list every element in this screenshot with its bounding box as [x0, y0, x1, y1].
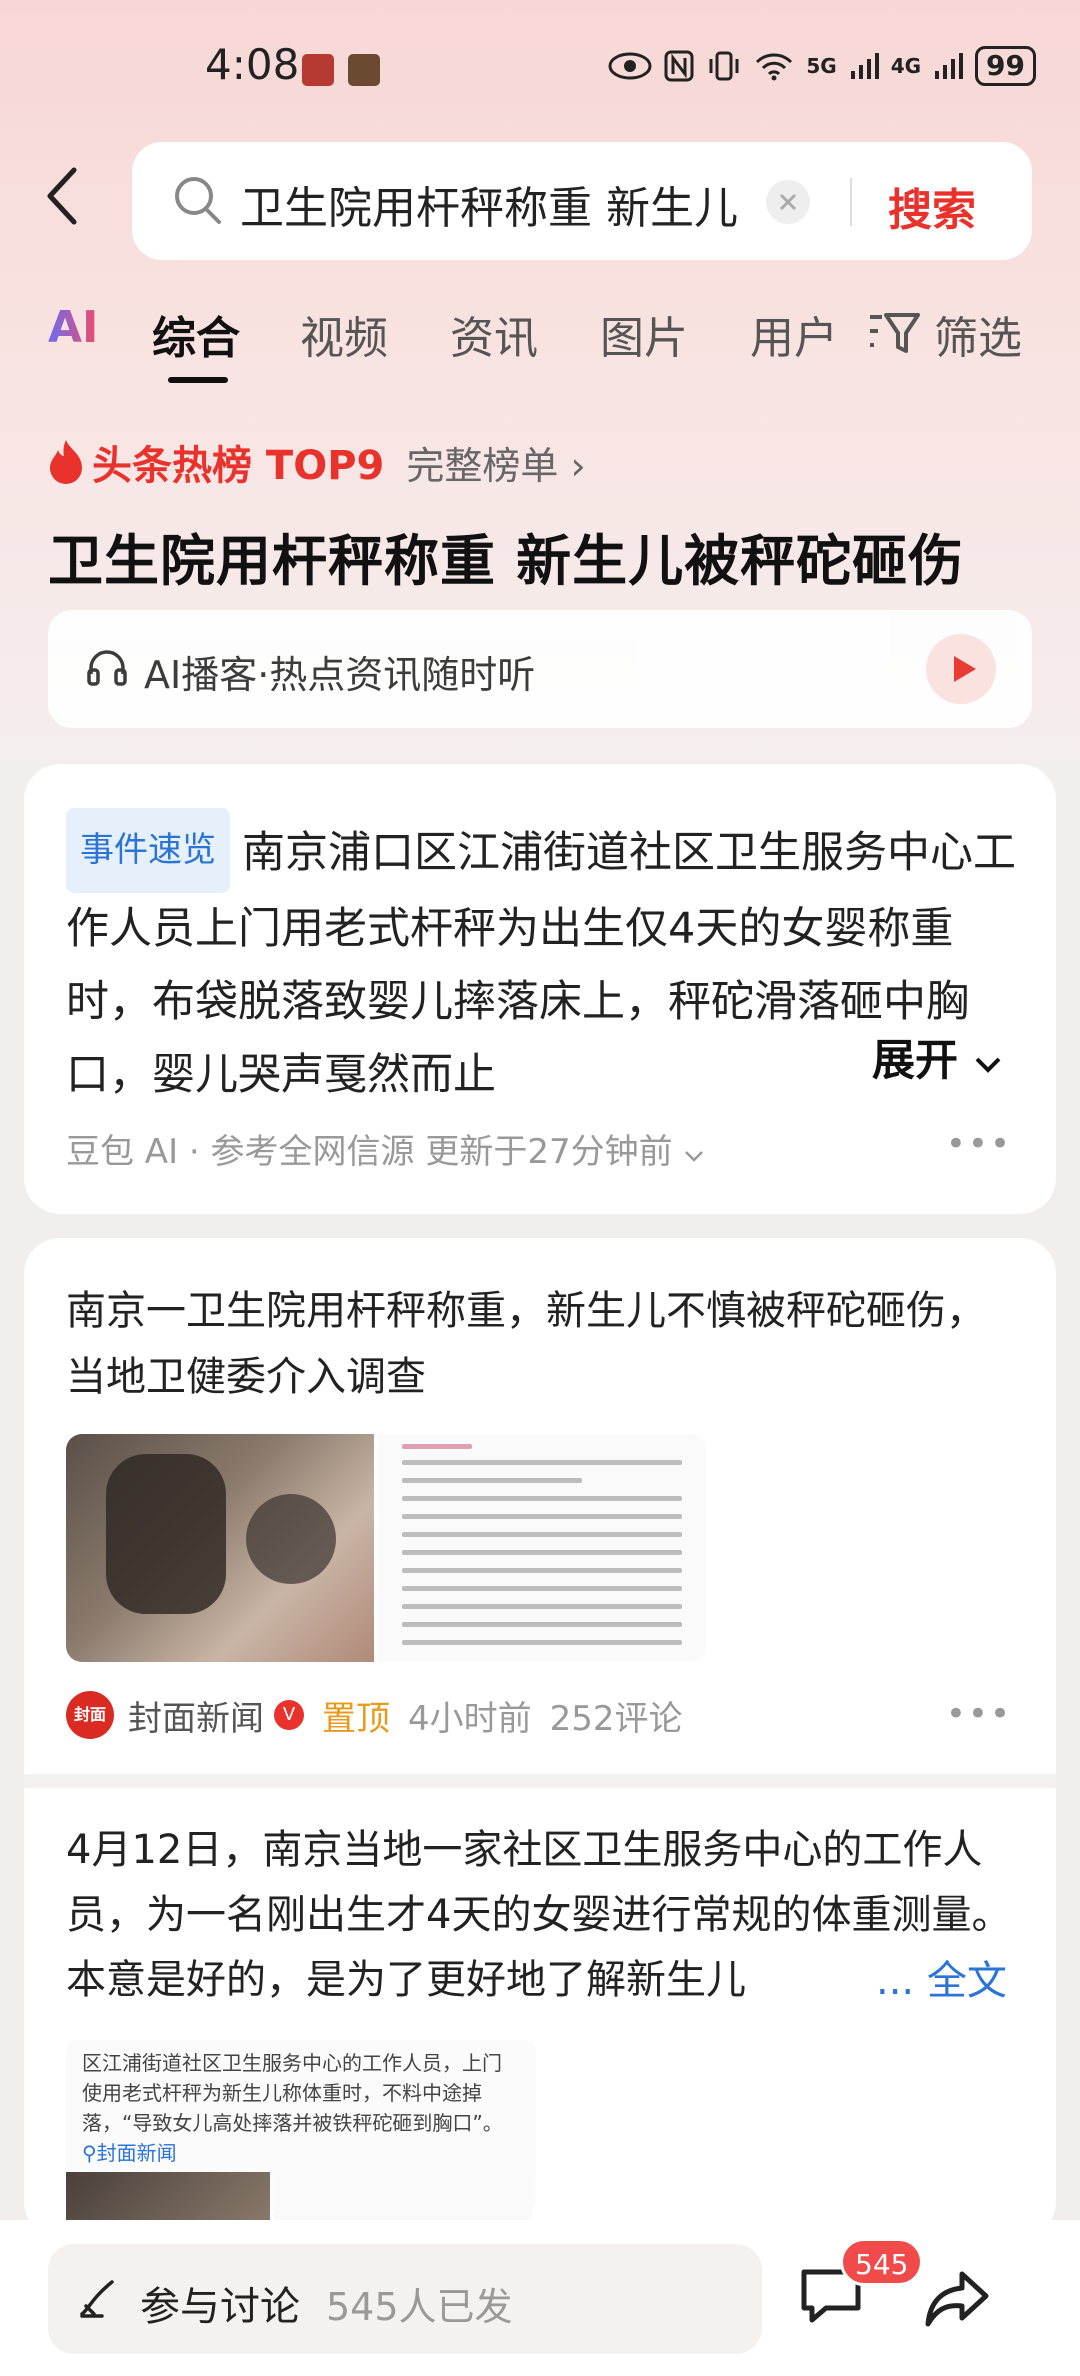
summary-meta[interactable]: 豆包 AI · 参考全网信源 更新于27分钟前	[66, 1124, 705, 1173]
discussion-count: 545人已发	[326, 2285, 513, 2329]
status-time: 4:08	[205, 40, 300, 89]
tab-images[interactable]: 图片	[600, 302, 688, 366]
tab-users[interactable]: 用户	[750, 302, 838, 366]
source-logo[interactable]: 封面	[66, 1691, 114, 1739]
filter-label: 筛选	[934, 313, 1022, 364]
status-bar: 4:08 5G 4G 99	[0, 0, 1080, 130]
close-icon	[779, 193, 797, 211]
news-time: 4小时前	[408, 1698, 532, 1739]
wifi-icon	[756, 53, 793, 81]
news-comment-count[interactable]: 252评论	[550, 1691, 683, 1740]
signal-bars-icon	[850, 53, 879, 79]
news-card: 南京一卫生院用杆秤称重，新生儿不慎被秤砣砸伤，当地卫健委介入调查 封面 封面新闻…	[24, 1238, 1056, 2238]
tab-comprehensive[interactable]: 综合	[152, 302, 240, 366]
tab-video[interactable]: 视频	[300, 302, 388, 366]
event-summary-card: 事件速览 南京浦口区江浦街道社区卫生服务中心工作人员上门用老式杆秤为出生仅4天的女…	[24, 764, 1056, 1214]
signal-bars-icon-2	[935, 53, 964, 79]
discussion-input[interactable]: 参与讨论 545人已发	[48, 2244, 762, 2354]
bottom-action-bar: 参与讨论 545人已发 545	[0, 2220, 1080, 2376]
filter-button[interactable]: 筛选	[868, 302, 1022, 366]
hot-ranking-row[interactable]: 头条热榜 TOP9 完整榜单 ›	[46, 432, 586, 492]
ai-podcast-label: AI播客·热点资讯随时听	[144, 653, 536, 697]
full-ranking-link[interactable]: 完整榜单 ›	[406, 435, 585, 490]
summary-meta-text: 豆包 AI · 参考全网信源 更新于27分钟前	[66, 1132, 673, 1172]
full-text-link[interactable]: ... 全文	[864, 1948, 1007, 2006]
ai-podcast-bar[interactable]: AI播客·热点资讯随时听	[48, 610, 1032, 728]
play-button[interactable]	[926, 634, 996, 704]
search-divider	[850, 178, 852, 226]
vibrate-icon	[709, 51, 739, 81]
app-notification-icon	[302, 54, 334, 86]
search-button[interactable]: 搜索	[888, 174, 976, 238]
section-separator	[24, 1774, 1056, 1788]
comment-count-badge: 545	[840, 2238, 924, 2286]
headphone-icon	[87, 650, 127, 686]
quote-text: 区江浦街道社区卫生服务中心的工作人员，上门使用老式杆秤为新生儿称体重时，不料中途…	[82, 2051, 503, 2135]
event-summary-tag: 事件速览	[66, 808, 230, 893]
news-title[interactable]: 南京一卫生院用杆秤称重，新生儿不慎被秤砣砸伤，当地卫健委介入调查	[66, 1278, 1006, 1410]
eye-icon	[608, 52, 652, 80]
share-button[interactable]	[922, 2268, 992, 2332]
news-source-row: 封面 封面新闻 V 置顶 4小时前 252评论	[66, 1690, 683, 1740]
search-icon	[175, 177, 221, 224]
discussion-label: 参与讨论	[140, 2284, 300, 2330]
signal-4g-label: 4G	[890, 54, 922, 78]
battery-indicator: 99	[975, 46, 1036, 86]
verified-badge: V	[274, 1700, 304, 1730]
filter-icon	[870, 313, 920, 353]
quote-source-link[interactable]: ⚲封面新闻	[82, 2141, 177, 2165]
share-icon	[925, 2271, 989, 2327]
clear-search-button[interactable]	[766, 180, 810, 224]
source-name[interactable]: 封面新闻	[128, 1691, 264, 1740]
back-button[interactable]	[40, 164, 100, 234]
news-image-screenshot[interactable]	[378, 1434, 706, 1662]
chevron-left-icon	[47, 167, 77, 225]
expand-button[interactable]: 展开	[872, 1026, 1003, 1088]
status-icons: 5G 4G 99	[608, 46, 1036, 86]
search-bar[interactable]: 卫生院用杆秤称重 新生儿 搜索	[132, 142, 1032, 260]
chevron-down-icon	[975, 1057, 1001, 1073]
signal-5g-label: 5G	[806, 54, 837, 78]
news-more-options-button[interactable]: •••	[946, 1694, 1012, 1734]
flame-icon	[50, 440, 82, 484]
category-tabs: AI 综合 视频 资讯 图片 用户 筛选	[48, 302, 1048, 383]
summary-text-fade	[664, 1026, 894, 1100]
active-tab-indicator	[168, 377, 228, 383]
pen-icon	[80, 2280, 114, 2318]
hot-ranking-label: 头条热榜 TOP9	[92, 443, 385, 489]
expand-label: 展开	[872, 1036, 958, 1086]
topic-headline: 卫生院用杆秤称重 新生儿被秤砣砸伤	[48, 529, 965, 593]
more-options-button[interactable]: •••	[946, 1124, 1012, 1164]
chevron-down-small-icon	[685, 1151, 704, 1162]
pinned-label: 置顶	[322, 1698, 390, 1739]
tab-news[interactable]: 资讯	[450, 302, 538, 366]
news-image-photo[interactable]	[66, 1434, 374, 1662]
tab-ai[interactable]: AI	[48, 302, 98, 353]
app-notification-icon-2	[348, 54, 380, 86]
nfc-icon	[664, 50, 694, 82]
